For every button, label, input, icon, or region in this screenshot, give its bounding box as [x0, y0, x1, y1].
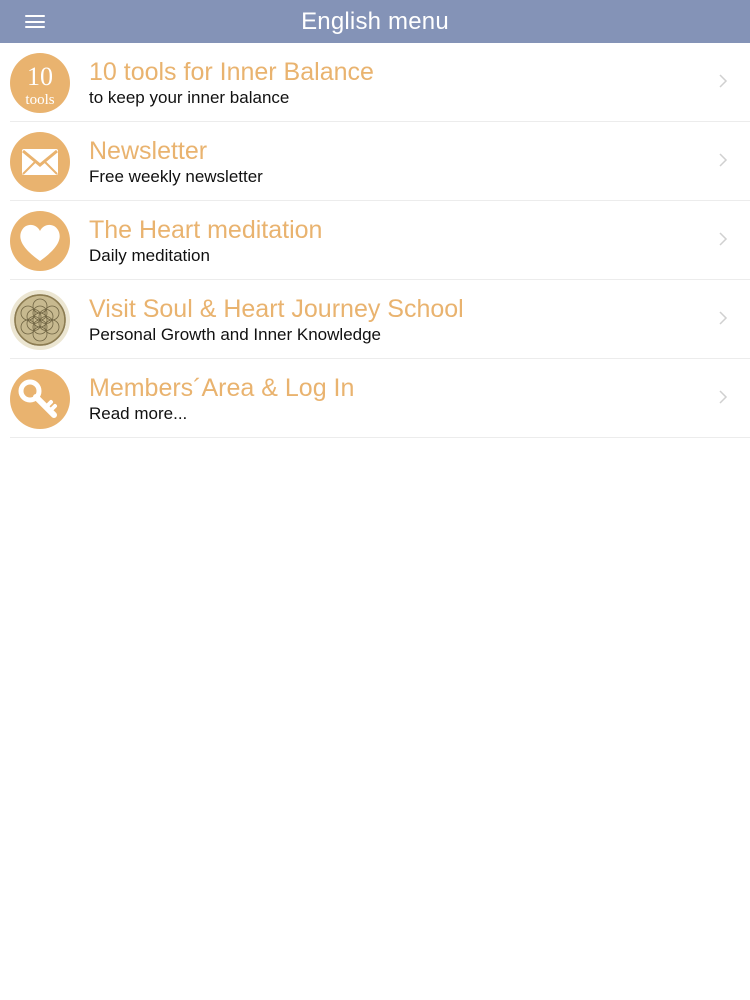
- chevron-right-icon: [718, 152, 728, 168]
- key-icon: [10, 369, 70, 429]
- menu-item-10-tools[interactable]: 10 tools 10 tools for Inner Balance to k…: [0, 43, 750, 122]
- menu-item-title: Newsletter: [89, 137, 208, 165]
- hamburger-icon[interactable]: [25, 14, 45, 29]
- menu-item-title: The Heart meditation: [89, 216, 323, 244]
- menu-item-heart-meditation[interactable]: The Heart meditation Daily meditation: [0, 201, 750, 280]
- envelope-icon: [10, 132, 70, 192]
- svg-text:10: 10: [27, 62, 53, 91]
- menu-item-subtitle: to keep your inner balance: [89, 88, 290, 107]
- menu-item-newsletter[interactable]: Newsletter Free weekly newsletter: [0, 122, 750, 201]
- page-title: English menu: [301, 7, 449, 35]
- menu-item-subtitle: Personal Growth and Inner Knowledge: [89, 325, 382, 344]
- menu-item-title: 10 tools for Inner Balance: [89, 58, 374, 86]
- chevron-right-icon: [718, 310, 728, 326]
- svg-text:tools: tools: [25, 92, 54, 108]
- menu-item-title: Members´Area & Log In: [89, 374, 355, 402]
- menu-item-title: Visit Soul & Heart Journey School: [89, 295, 464, 323]
- menu-item-subtitle: Read more...: [89, 404, 188, 423]
- flower-of-life-icon: [10, 290, 70, 350]
- ten-tools-icon: 10 tools: [10, 53, 70, 113]
- chevron-right-icon: [718, 389, 728, 405]
- menu-item-subtitle: Free weekly newsletter: [89, 167, 263, 186]
- menu-list: 10 tools 10 tools for Inner Balance to k…: [0, 43, 750, 438]
- top-bar: English menu: [0, 0, 750, 43]
- chevron-right-icon: [718, 73, 728, 89]
- menu-item-subtitle: Daily meditation: [89, 246, 210, 265]
- heart-icon: [10, 211, 70, 271]
- menu-item-soul-heart-school[interactable]: Visit Soul & Heart Journey School Person…: [0, 280, 750, 359]
- menu-item-members-area[interactable]: Members´Area & Log In Read more...: [0, 359, 750, 438]
- chevron-right-icon: [718, 231, 728, 247]
